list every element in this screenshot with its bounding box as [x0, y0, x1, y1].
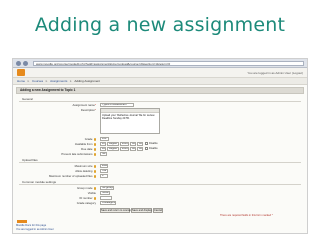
due-minute-select[interactable]: 00 [137, 147, 143, 151]
visible-label: Visible [87, 191, 96, 195]
available-day-select[interactable]: 11 [100, 142, 106, 146]
max-size-select[interactable]: 2MB [100, 164, 108, 168]
available-month-select[interactable]: August [107, 142, 119, 146]
max-files-select[interactable]: 3 [100, 174, 108, 178]
screenshot-frame: www.moodle.org/course/modedit.php?add=as… [12, 58, 308, 234]
help-icon[interactable] [93, 148, 96, 151]
assignment-name-input[interactable]: Types of Assessment [100, 103, 134, 107]
description-text: Upload your 'Reflective Journal' file fo… [102, 114, 155, 120]
breadcrumb-separator: ► [45, 79, 49, 83]
allow-delete-label: Allow deleting [36, 169, 96, 173]
id-number-input[interactable] [100, 196, 112, 200]
max-files-label: Maximum number of uploaded files [36, 174, 96, 178]
due-day-select[interactable]: 18 [100, 147, 106, 151]
required-fields-hint: There are required fields in this form m… [220, 214, 273, 217]
help-icon[interactable] [93, 153, 96, 156]
browser-toolbar: www.moodle.org/course/modedit.php?add=as… [13, 59, 307, 68]
section-divider [19, 162, 301, 163]
editor-toolbar[interactable] [101, 109, 159, 113]
docs-link[interactable]: Moodle Docs for this page [16, 224, 46, 227]
group-mode-label: Group mode [36, 186, 96, 190]
due-disable-checkbox[interactable] [145, 147, 148, 150]
back-icon[interactable] [16, 60, 21, 66]
help-icon[interactable] [93, 138, 96, 141]
available-from-label: Available from [36, 142, 96, 146]
prevent-late-label: Prevent late submissions [36, 152, 96, 156]
prevent-late-select[interactable]: No [100, 152, 107, 156]
grade-label: Grade [36, 137, 96, 141]
breadcrumb-courses[interactable]: Courses [32, 79, 43, 83]
moodle-footer-logo-icon[interactable] [17, 220, 27, 223]
due-date-label: Due date [36, 147, 96, 151]
section-divider [19, 184, 301, 185]
slide-title: Adding a new assignment [34, 14, 286, 36]
id-number-label: ID number [36, 196, 96, 200]
save-return-button[interactable]: Save and return to course [100, 208, 131, 213]
description-editor[interactable]: Upload your 'Reflective Journal' file fo… [100, 108, 160, 134]
visible-select[interactable]: Show [100, 191, 110, 195]
breadcrumb-separator: ► [69, 79, 73, 83]
available-hour-select[interactable]: 00 [130, 142, 136, 146]
moodle-logo-icon[interactable] [17, 69, 25, 76]
save-display-button[interactable]: Save and display [131, 208, 152, 213]
available-disable-checkbox[interactable] [145, 142, 148, 145]
forward-icon[interactable] [23, 60, 28, 66]
grade-select[interactable]: 100 [100, 137, 109, 141]
cancel-button[interactable]: Cancel [153, 208, 163, 213]
breadcrumb: Home ► Courses ► Assignments ► Adding As… [13, 78, 307, 85]
breadcrumb-assignments[interactable]: Assignments [50, 79, 67, 83]
grade-category-select[interactable]: Uncategorised [100, 201, 116, 205]
breadcrumb-home[interactable]: Home [17, 79, 25, 83]
breadcrumb-separator: ► [27, 79, 30, 83]
breadcrumb-current: Adding Assignment [74, 79, 101, 83]
available-disable-label: Disable [149, 142, 158, 145]
due-year-select[interactable]: 2010 [120, 147, 129, 151]
help-icon[interactable] [93, 143, 96, 146]
site-header: You are logged in as Admin User (Logout) [13, 68, 307, 78]
due-disable-label: Disable [149, 147, 158, 150]
help-icon[interactable] [93, 197, 96, 200]
description-label: Description* [80, 108, 96, 112]
help-icon[interactable] [93, 187, 96, 190]
due-month-select[interactable]: August [107, 147, 119, 151]
login-info: You are logged in as Admin User (Logout) [247, 70, 303, 75]
grade-category-label: Grade category [76, 201, 96, 205]
footer-login-note: You are logged in as Admin User [16, 228, 54, 231]
assignment-form: General Assignment name* Types of Assess… [16, 96, 304, 222]
available-minute-select[interactable]: 00 [137, 142, 143, 146]
section-divider [19, 101, 301, 102]
allow-delete-select[interactable]: Yes [100, 169, 108, 173]
max-size-label: Maximum size [36, 164, 96, 168]
available-year-select[interactable]: 2010 [120, 142, 129, 146]
assignment-name-label: Assignment name* [72, 103, 96, 107]
help-icon[interactable] [93, 165, 96, 168]
group-mode-select[interactable]: No groups [100, 186, 114, 190]
help-icon[interactable] [93, 175, 96, 178]
page-heading: Adding a new Assignment to Topic 1 [16, 87, 304, 94]
address-bar[interactable]: www.moodle.org/course/modedit.php?add=as… [33, 60, 304, 66]
due-hour-select[interactable]: 00 [130, 147, 136, 151]
help-icon[interactable] [93, 170, 96, 173]
